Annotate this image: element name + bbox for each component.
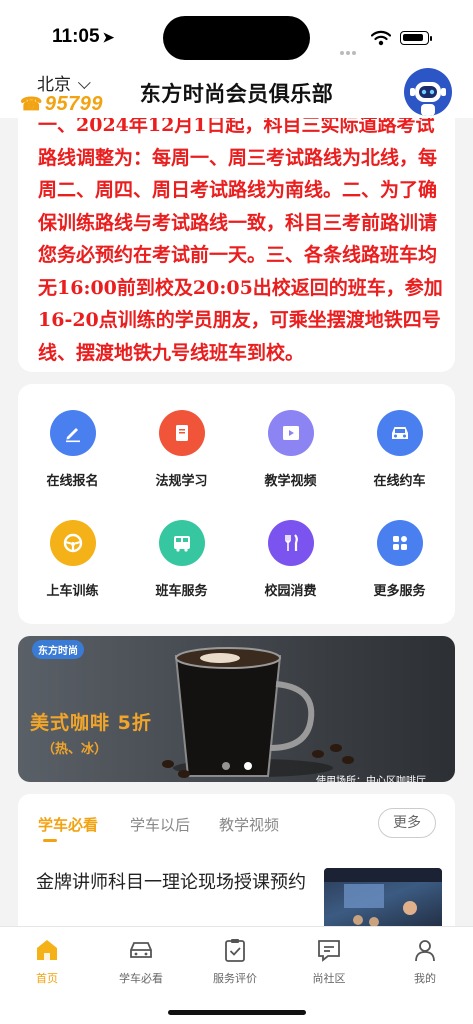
app-header: 北京 ☎ 95799 东方时尚会员俱乐部 (0, 66, 473, 118)
service-label: 在线约车 (373, 474, 426, 489)
grid-icon (376, 520, 423, 566)
robot-avatar-icon[interactable] (404, 68, 452, 116)
tabbar-label: 服务评价 (213, 972, 257, 985)
location-arrow-icon: ➤ (102, 29, 115, 45)
wifi-icon (370, 30, 392, 50)
carousel-dot[interactable] (222, 762, 230, 770)
service-grid: 在线报名 法规学习 教学视频 在线约车 上车训练 班车服务 校园消费 更多服务 (18, 384, 455, 624)
time-text: 11:05 (52, 26, 100, 47)
user-icon (410, 935, 440, 965)
dynamic-island (163, 16, 310, 60)
article-thumbnail[interactable] (324, 868, 442, 934)
tab-learn-essentials[interactable]: 学车必看 (38, 814, 98, 835)
page-title: 东方时尚会员俱乐部 (139, 82, 334, 106)
service-book-car[interactable]: 在线约车 (345, 410, 454, 489)
fork-knife-icon (267, 520, 314, 566)
service-label: 班车服务 (155, 584, 208, 599)
service-label: 校园消费 (264, 584, 317, 599)
home-indicator[interactable] (168, 1010, 306, 1015)
bus-icon (158, 520, 205, 566)
more-button[interactable]: 更多 (378, 808, 436, 838)
status-time: 11:05 ➤ (52, 26, 114, 48)
banner-title: 美式咖啡 5折 (30, 712, 152, 734)
service-teaching-video[interactable]: 教学视频 (236, 410, 345, 489)
promo-banner[interactable]: 东方时尚 美式咖啡 5折 （热、冰） 使用场所：中心区咖啡厅 (18, 636, 455, 782)
active-tab-indicator (43, 839, 57, 842)
notice-panel: 一、2024年12月1日起，科目三实际道路考试路线调整为：每周一、周三考试路线为… (18, 118, 455, 372)
service-shuttle-bus[interactable]: 班车服务 (127, 520, 236, 599)
service-online-signup[interactable]: 在线报名 (18, 410, 127, 489)
banner-footer: 使用场所：中心区咖啡厅 (316, 776, 426, 782)
status-bar: 11:05 ➤ (0, 0, 473, 74)
book-icon (158, 410, 205, 456)
service-more[interactable]: 更多服务 (345, 520, 454, 599)
tab-teaching-video[interactable]: 教学视频 (219, 814, 279, 835)
news-section: 学车必看 学车以后 教学视频 更多 金牌讲师科目一理论现场授课预约 (18, 794, 455, 934)
tabbar-learn[interactable]: 学车必看 (94, 935, 188, 986)
service-label: 上车训练 (46, 584, 99, 599)
signal-dots-icon (340, 40, 362, 74)
tabbar-community[interactable]: 尚社区 (282, 935, 376, 986)
battery-icon (400, 31, 432, 45)
tabbar-label: 学车必看 (119, 972, 163, 985)
home-icon (32, 935, 62, 965)
chat-bubble-icon (314, 935, 344, 965)
tabbar-label: 尚社区 (312, 972, 346, 985)
tabbar-label: 首页 (36, 972, 58, 985)
service-label: 教学视频 (264, 474, 317, 489)
tabbar-label: 我的 (414, 972, 436, 985)
brand-logo: 东方时尚 (32, 640, 84, 659)
service-label: 在线报名 (46, 474, 99, 489)
steering-wheel-icon (49, 520, 96, 566)
tabbar-review[interactable]: 服务评价 (188, 935, 282, 986)
tabbar-home[interactable]: 首页 (0, 935, 94, 986)
service-drive-training[interactable]: 上车训练 (18, 520, 127, 599)
car-outline-icon (126, 935, 156, 965)
notice-text: 一、2024年12月1日起，科目三实际道路考试路线调整为：每周一、周三考试路线为… (38, 118, 443, 364)
clipboard-check-icon (220, 935, 250, 965)
pencil-icon (49, 410, 96, 456)
service-campus-dining[interactable]: 校园消费 (236, 520, 345, 599)
service-label: 法规学习 (155, 474, 208, 489)
banner-subtitle: （热、冰） (42, 742, 108, 757)
article-title[interactable]: 金牌讲师科目一理论现场授课预约 (36, 870, 306, 895)
tabbar-mine[interactable]: 我的 (378, 935, 472, 986)
tab-after-learning[interactable]: 学车以后 (130, 814, 190, 835)
car-icon (376, 410, 423, 456)
video-icon (267, 410, 314, 456)
service-label: 更多服务 (373, 584, 426, 599)
carousel-dot-active[interactable] (244, 762, 252, 770)
service-law-study[interactable]: 法规学习 (127, 410, 236, 489)
